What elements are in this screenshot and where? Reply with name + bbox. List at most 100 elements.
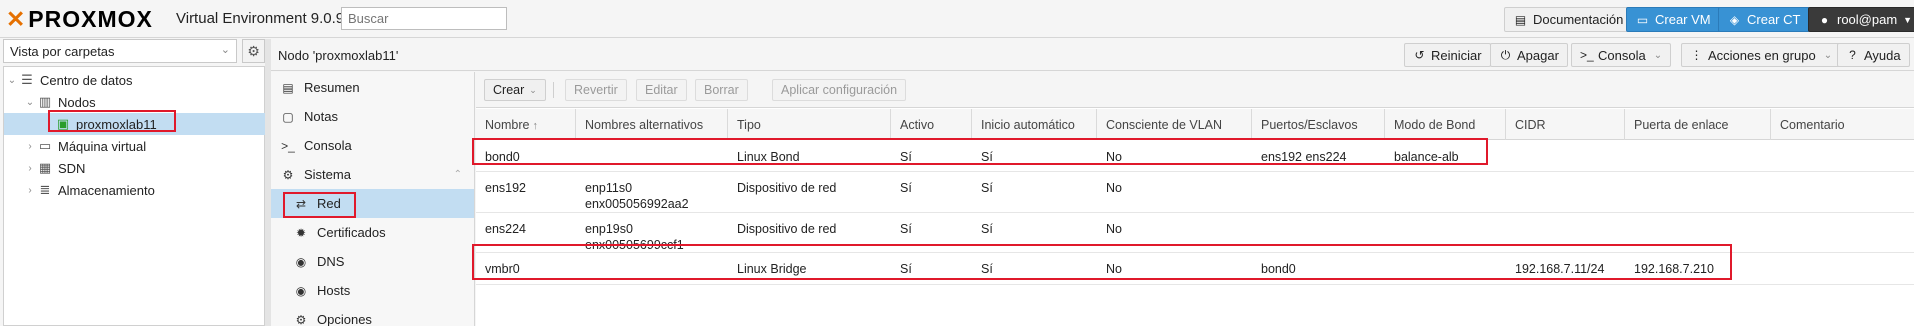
create-button[interactable]: Crear ⌄: [484, 79, 546, 101]
cell-active: Sí: [900, 222, 912, 236]
sort-ascending-icon: ↑: [532, 120, 538, 132]
cell-altnames: enp19s0 enx00505699ccf1: [585, 222, 684, 252]
proxmox-logo[interactable]: ✕ PROXMOX: [6, 5, 153, 32]
search-input[interactable]: [341, 7, 507, 30]
cell-name: ens192: [485, 181, 527, 195]
table-row[interactable]: ens192 enp11s0 enx005056992aa2 Dispositi…: [476, 172, 1914, 213]
network-panel: Crear ⌄ Revertir Editar Borrar Aplicar c…: [476, 72, 1914, 326]
column-header-vlan-aware[interactable]: Consciente de VLAN: [1097, 109, 1252, 140]
tree-item-datacenter[interactable]: ⌄ ☰ Centro de datos: [4, 69, 266, 91]
column-header-altnames[interactable]: Nombres alternativos: [576, 109, 728, 140]
column-header-gateway[interactable]: Puerta de enlace: [1625, 109, 1771, 140]
chevron-down-icon: ⌄: [220, 44, 230, 56]
cell-active: Sí: [900, 181, 912, 195]
cell-autostart: Sí: [981, 150, 993, 164]
table-row[interactable]: vmbr0 Linux Bridge Sí Sí No bond0 192.16…: [476, 253, 1914, 285]
chevron-down-icon: ⌄: [1653, 49, 1663, 61]
reboot-button[interactable]: ↺ Reiniciar: [1404, 43, 1491, 67]
cell-type: Linux Bond: [737, 150, 800, 164]
note-icon: ▢: [282, 109, 294, 124]
gear-icon: ⚙: [295, 312, 307, 326]
product-version: Virtual Environment 9.0.9: [176, 10, 345, 27]
cell-bond-mode: balance-alb: [1394, 150, 1459, 164]
logo-text: PROXMOX: [28, 5, 153, 32]
view-selector[interactable]: Vista por carpetas ⌄: [3, 39, 237, 63]
node-header-bar: Nodo 'proxmoxlab11' ↺ Reiniciar ⏻ Apagar…: [271, 39, 1914, 71]
book-icon: ▤: [1514, 12, 1527, 27]
network-toolbar: Crear ⌄ Revertir Editar Borrar Aplicar c…: [476, 72, 1914, 108]
subnav-item-certificates[interactable]: ✹ Certificados: [271, 218, 474, 247]
subnav-item-summary[interactable]: ▤ Resumen: [271, 73, 474, 102]
cell-ports: ens192 ens224: [1261, 150, 1347, 164]
column-header-ports[interactable]: Puertos/Esclavos: [1252, 109, 1385, 140]
shutdown-button[interactable]: ⏻ Apagar: [1490, 43, 1568, 67]
cell-vlan-aware: No: [1106, 262, 1122, 276]
cell-type: Linux Bridge: [737, 262, 807, 276]
edit-button[interactable]: Editar: [636, 79, 687, 101]
subnav-item-console[interactable]: >_ Consola: [271, 131, 474, 160]
column-header-active[interactable]: Activo: [891, 109, 972, 140]
page-title: Nodo 'proxmoxlab11': [278, 48, 399, 63]
delete-button[interactable]: Borrar: [695, 79, 748, 101]
cell-altnames: enp11s0 enx005056992aa2: [585, 181, 689, 211]
cell-name: vmbr0: [485, 262, 520, 276]
subnav-item-hosts[interactable]: ◉ Hosts: [271, 276, 474, 305]
tree-item-storage[interactable]: › ≣ Almacenamiento: [4, 179, 266, 201]
cell-active: Sí: [900, 262, 912, 276]
create-vm-button[interactable]: ▭ Crear VM: [1626, 7, 1721, 32]
column-header-name[interactable]: Nombre ↑: [476, 109, 576, 140]
tree-item-sdn[interactable]: › ▦ SDN: [4, 157, 266, 179]
grid-header: Nombre ↑ Nombres alternativos Tipo Activo…: [476, 109, 1914, 140]
terminal-icon: >_: [1580, 48, 1594, 62]
ellipsis-vertical-icon: ⋮: [1690, 48, 1703, 62]
cell-name: ens224: [485, 222, 527, 236]
subnav-item-network[interactable]: ⇄ Red: [271, 189, 474, 218]
tree-item-nodes[interactable]: ⌄ ▥ Nodos: [4, 91, 266, 113]
node-subnav: ▤ Resumen ▢ Notas >_ Consola ⚙ Sistema ⌃…: [271, 72, 475, 326]
console-button[interactable]: >_ Consola ⌄: [1571, 43, 1672, 67]
column-header-bond-mode[interactable]: Modo de Bond: [1385, 109, 1506, 140]
terminal-icon: >_: [281, 138, 295, 153]
column-header-autostart[interactable]: Inicio automático: [972, 109, 1097, 140]
tree-item-proxmoxlab11[interactable]: ▣ proxmoxlab11: [4, 113, 266, 135]
globe-icon: ◉: [295, 283, 307, 298]
chevron-down-icon: ⌄: [529, 84, 537, 95]
documentation-button[interactable]: ▤ Documentación: [1504, 7, 1634, 32]
subnav-item-notes[interactable]: ▢ Notas: [271, 102, 474, 131]
book-icon: ▤: [282, 80, 294, 95]
tree-settings-button[interactable]: ⚙: [242, 39, 265, 63]
chevron-up-icon: ⌃: [453, 169, 462, 180]
subnav-item-dns[interactable]: ◉ DNS: [271, 247, 474, 276]
subnav-item-system[interactable]: ⚙ Sistema ⌃: [271, 160, 474, 189]
cell-ports: bond0: [1261, 262, 1296, 276]
globe-icon: ◉: [295, 254, 307, 269]
chevron-down-icon: ⌄: [1823, 49, 1833, 61]
tree-item-virtual-machine[interactable]: › ▭ Máquina virtual: [4, 135, 266, 157]
power-icon: ⏻: [1500, 47, 1511, 62]
certificate-icon: ✹: [295, 225, 307, 240]
help-button[interactable]: ? Ayuda: [1837, 43, 1910, 67]
column-header-comment[interactable]: Comentario: [1771, 109, 1914, 140]
user-icon: ●: [1820, 12, 1829, 27]
resource-tree: ⌄ ☰ Centro de datos ⌄ ▥ Nodos ▣ proxmoxl…: [3, 66, 266, 326]
cell-vlan-aware: No: [1106, 150, 1122, 164]
revert-button[interactable]: Revertir: [565, 79, 627, 101]
cell-cidr: 192.168.7.11/24: [1515, 262, 1605, 276]
apply-configuration-button[interactable]: Aplicar configuración: [772, 79, 907, 101]
user-menu-button[interactable]: ● rool@pam ▼: [1808, 7, 1914, 32]
create-ct-button[interactable]: ◈ Crear CT: [1718, 7, 1811, 32]
bulk-actions-button[interactable]: ⋮ Acciones en grupo ⌄: [1681, 43, 1842, 67]
cell-type: Dispositivo de red: [737, 222, 837, 236]
column-header-type[interactable]: Tipo: [728, 109, 891, 140]
subnav-item-options[interactable]: ⚙ Opciones: [271, 305, 474, 326]
table-row[interactable]: bond0 Linux Bond Sí Sí No ens192 ens224 …: [476, 141, 1914, 172]
table-row[interactable]: ens224 enp19s0 enx00505699ccf1 Dispositi…: [476, 213, 1914, 253]
cell-name: bond0: [485, 150, 520, 164]
column-header-cidr[interactable]: CIDR: [1506, 109, 1625, 140]
desktop-icon: ▭: [1636, 12, 1649, 27]
cell-active: Sí: [900, 150, 912, 164]
exchange-icon: ⇄: [295, 196, 307, 211]
cell-autostart: Sí: [981, 181, 993, 195]
cube-icon: ◈: [1729, 12, 1740, 27]
expand-arrow-icon: ›: [28, 162, 32, 174]
